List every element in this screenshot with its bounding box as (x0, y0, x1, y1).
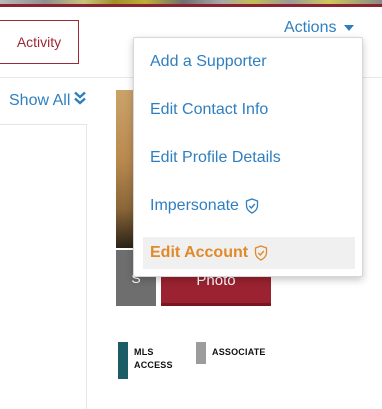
mls-access-badge: MLS ACCESS (118, 342, 173, 379)
menu-item-label: Edit Contact Info (150, 101, 269, 118)
menu-item-edit-account[interactable]: Edit Account (143, 237, 355, 269)
menu-item-label: Impersonate (150, 197, 239, 214)
left-panel-divider (0, 124, 86, 125)
header-accent-bar (0, 4, 382, 7)
menu-item-label: Add a Supporter (150, 53, 267, 70)
menu-item-label: Edit Account (150, 244, 249, 261)
mls-badge-text: MLS ACCESS (134, 342, 173, 379)
mls-badge-line2: ACCESS (134, 360, 173, 370)
menu-item-label: Edit Profile Details (150, 149, 281, 166)
member-profile-page: Activity Actions Show All S Photo MLS AC… (0, 0, 382, 409)
double-chevron-down-icon (74, 91, 87, 110)
actions-dropdown-toggle[interactable]: Actions (284, 17, 355, 39)
menu-item-add-supporter[interactable]: Add a Supporter (134, 46, 362, 78)
caret-down-icon (344, 25, 355, 31)
actions-label: Actions (284, 19, 337, 36)
show-all-link[interactable]: Show All (9, 91, 87, 110)
associate-badge-bar (196, 342, 206, 364)
associate-badge: ASSOCIATE (196, 342, 266, 364)
left-panel-border (86, 124, 87, 409)
shield-check-icon (245, 198, 259, 214)
tab-activity[interactable]: Activity (0, 20, 79, 64)
show-all-label: Show All (9, 91, 71, 109)
mls-badge-line1: MLS (134, 347, 154, 357)
menu-item-edit-profile-details[interactable]: Edit Profile Details (134, 142, 362, 174)
shield-check-icon (254, 245, 268, 261)
actions-dropdown-menu: Add a Supporter Edit Contact Info Edit P… (133, 37, 363, 277)
mls-badge-bar (118, 342, 128, 379)
menu-item-edit-contact-info[interactable]: Edit Contact Info (134, 94, 362, 126)
tab-activity-label: Activity (16, 34, 62, 50)
menu-item-impersonate[interactable]: Impersonate (134, 190, 362, 222)
associate-badge-label: ASSOCIATE (212, 347, 266, 357)
